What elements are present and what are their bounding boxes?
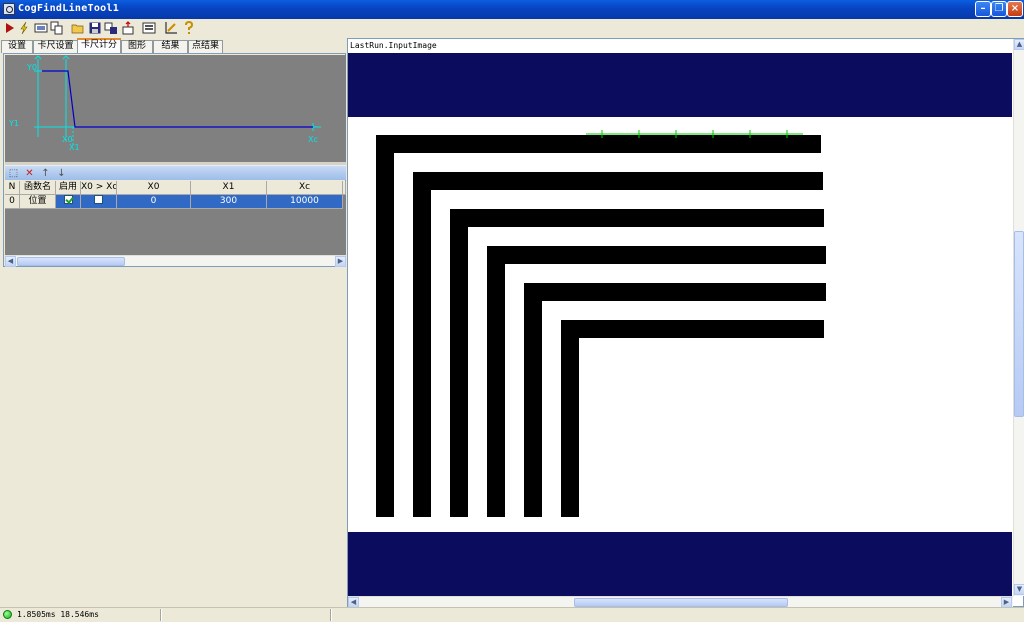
help-icon[interactable]: [182, 21, 196, 35]
table-row[interactable]: 0 位置 0 300 10000: [5, 195, 346, 209]
scoring-panel: Y0 Y1 X0 X1 Xc ⬚ ✕ ↑ ↓ N 函数名 启用 X0 > Xc …: [3, 53, 346, 267]
status-divider: [330, 609, 332, 621]
scroll-thumb[interactable]: [17, 257, 125, 266]
electric-run-icon[interactable]: [17, 21, 31, 35]
header-filler: [343, 181, 346, 195]
save-icon[interactable]: [88, 21, 102, 35]
image-source-icon[interactable]: [34, 21, 48, 35]
cell-xc[interactable]: 10000: [267, 195, 343, 209]
tab-caliper-scoring[interactable]: 卡尺计分: [77, 38, 121, 53]
cell-function-name[interactable]: 位置: [20, 195, 56, 209]
minimize-button[interactable]: –: [975, 1, 991, 17]
enabled-checkbox[interactable]: [63, 195, 73, 204]
scroll-down-icon[interactable]: ▼: [1014, 584, 1024, 595]
restore-button[interactable]: ❐: [991, 1, 1007, 17]
close-button[interactable]: ×: [1007, 1, 1023, 17]
tab-settings[interactable]: 设置: [1, 40, 33, 53]
header-x0-gt-xc[interactable]: X0 > Xc: [81, 181, 117, 195]
tab-graphics[interactable]: 图形: [121, 40, 153, 53]
scroll-left-icon[interactable]: ◀: [5, 256, 16, 267]
plot-label-x1: X1: [69, 143, 80, 152]
window-title: CogFindLineTool1: [18, 3, 120, 14]
cell-n: 0: [5, 195, 20, 209]
status-timing: 1.8505ms 18.546ms: [17, 610, 99, 619]
header-xc[interactable]: Xc: [267, 181, 343, 195]
display-icon[interactable]: [142, 21, 156, 35]
display-horizontal-scrollbar[interactable]: ◀ ▶: [348, 596, 1013, 608]
move-down-icon[interactable]: ↓: [56, 168, 67, 179]
display-vertical-scrollbar[interactable]: ▲ ▼: [1013, 39, 1024, 596]
app-icon: [3, 3, 15, 15]
main-toolbar: [0, 19, 1024, 37]
scroll-up-icon[interactable]: ▲: [1014, 39, 1024, 50]
grid-header-row: N 函数名 启用 X0 > Xc X0 X1 Xc: [5, 181, 346, 195]
plot-label-y0: Y0: [27, 63, 37, 72]
scoring-function-plot: Y0 Y1 X0 X1 Xc: [5, 55, 346, 162]
cell-enabled[interactable]: [56, 195, 81, 209]
tab-caliper-settings[interactable]: 卡尺设置: [33, 40, 78, 53]
x0-gt-xc-checkbox[interactable]: [94, 195, 103, 204]
grid-toolbar: ⬚ ✕ ↑ ↓: [5, 165, 346, 180]
cell-x1[interactable]: 300: [191, 195, 267, 209]
plot-label-y1: Y1: [9, 119, 19, 128]
open-icon[interactable]: [71, 21, 85, 35]
display-title: LastRun.InputImage: [350, 41, 437, 50]
delete-row-icon[interactable]: ✕: [24, 168, 35, 179]
vertical-scroll-thumb[interactable]: [1014, 231, 1024, 417]
header-n[interactable]: N: [5, 181, 20, 195]
title-bar: CogFindLineTool1 – ❐ ×: [0, 0, 1024, 19]
reset-icon[interactable]: [104, 21, 118, 35]
add-row-icon[interactable]: ⬚: [8, 168, 19, 179]
export-icon[interactable]: [121, 21, 135, 35]
header-x1[interactable]: X1: [191, 181, 267, 195]
tab-strip: 设置 卡尺设置 卡尺计分 图形 结果 点结果: [1, 38, 345, 53]
image-display: LastRun.InputImage ▲ ▼ ◀ ▶: [347, 38, 1024, 608]
image-canvas[interactable]: [348, 53, 1012, 596]
run-icon[interactable]: [3, 21, 17, 35]
status-ok-icon: [3, 610, 12, 619]
status-divider: [160, 609, 162, 621]
grid-horizontal-scrollbar[interactable]: ◀ ▶: [5, 255, 346, 267]
status-bar: 1.8505ms 18.546ms: [0, 607, 1024, 622]
header-enabled[interactable]: 启用: [56, 181, 81, 195]
header-function-name[interactable]: 函数名: [20, 181, 56, 195]
scroll-right-icon[interactable]: ▶: [335, 256, 346, 267]
ruler-icon[interactable]: [164, 21, 178, 35]
scoring-function-grid: N 函数名 启用 X0 > Xc X0 X1 Xc 0 位置 0 300 100…: [5, 181, 346, 255]
cell-x0[interactable]: 0: [117, 195, 191, 209]
horizontal-scroll-thumb[interactable]: [574, 598, 788, 607]
header-x0[interactable]: X0: [117, 181, 191, 195]
copy-icon[interactable]: [50, 21, 64, 35]
cell-x0-gt-xc[interactable]: [81, 195, 117, 209]
plot-label-xc: Xc: [308, 135, 318, 144]
tab-point-results[interactable]: 点结果: [188, 40, 223, 53]
move-up-icon[interactable]: ↑: [40, 168, 51, 179]
display-title-bar: LastRun.InputImage: [348, 39, 1013, 52]
tab-results[interactable]: 结果: [153, 40, 188, 53]
